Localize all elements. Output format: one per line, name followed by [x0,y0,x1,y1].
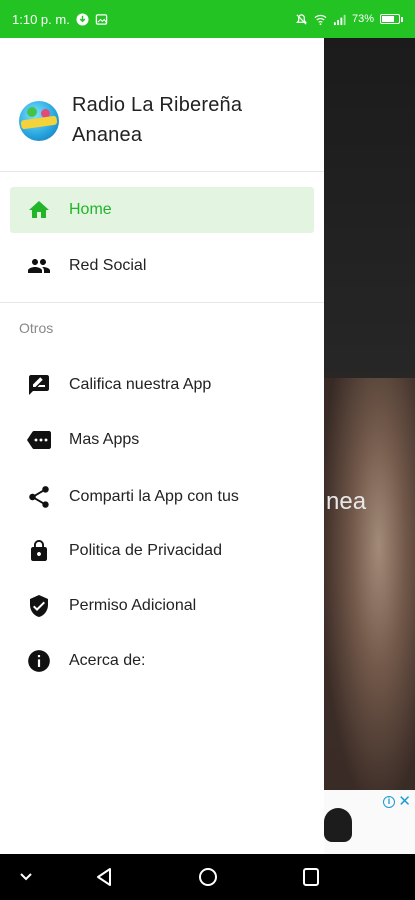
battery-icon [380,14,403,24]
ad-close-icon[interactable]: ✕ [398,792,411,810]
people-icon [26,253,52,279]
divider [0,302,324,303]
rate-review-icon [26,372,52,398]
background-title: nea [326,488,367,515]
chevron-down-icon[interactable] [18,870,34,884]
shield-check-icon [26,593,52,619]
nav-item-privacidad[interactable]: Politica de Privacidad [10,528,314,574]
nav-item-red-social[interactable]: Red Social [10,243,314,289]
section-title-otros: Otros [19,320,54,336]
ad-banner[interactable]: i ✕ [324,790,415,854]
nav-item-home[interactable]: Home [10,187,314,233]
mute-icon [296,13,307,25]
lock-icon [26,538,52,564]
nav-item-compartir[interactable]: Comparti la App con tus [10,474,314,520]
download-icon [76,12,89,26]
nav-item-mas-apps[interactable]: Mas Apps [10,417,314,463]
home-circle-icon[interactable] [197,866,219,888]
nav-label-privacidad: Politica de Privacidad [69,542,222,559]
more-apps-icon [26,427,52,453]
nav-label-home: Home [69,201,112,218]
nav-label-permiso: Permiso Adicional [69,597,197,614]
app-logo [19,101,59,141]
info-icon [26,648,52,674]
recents-icon[interactable] [301,866,321,888]
signal-icon [333,14,346,25]
ad-image [324,808,352,842]
nav-label-mas-apps: Mas Apps [69,431,140,448]
back-icon[interactable] [94,866,114,888]
ad-info-icon[interactable]: i [383,796,395,808]
status-time: 1:10 p. m. [12,11,70,27]
drawer-header: Radio La Ribereña Ananea [0,38,324,172]
navigation-drawer: Radio La Ribereña Ananea Home Red Social… [0,38,324,854]
nav-label-compartir: Comparti la App con tus [69,488,239,505]
home-icon [26,197,52,223]
background-photo [324,378,415,798]
share-icon [26,484,52,510]
background-app[interactable]: nea i ✕ [324,38,415,854]
nav-item-acerca[interactable]: Acerca de: [10,638,314,684]
nav-item-califica[interactable]: Califica nuestra App [10,362,314,408]
nav-label-acerca: Acerca de: [69,652,146,669]
gallery-icon [95,13,108,25]
status-bar: 1:10 p. m. 73% [0,0,415,38]
wifi-icon [314,14,327,25]
nav-label-califica: Califica nuestra App [69,376,212,393]
nav-label-red-social: Red Social [69,257,147,274]
battery-percent: 73% [351,13,374,25]
app-name: Radio La Ribereña Ananea [72,94,243,146]
nav-item-permiso[interactable]: Permiso Adicional [10,583,314,629]
system-nav-bar [0,854,415,900]
